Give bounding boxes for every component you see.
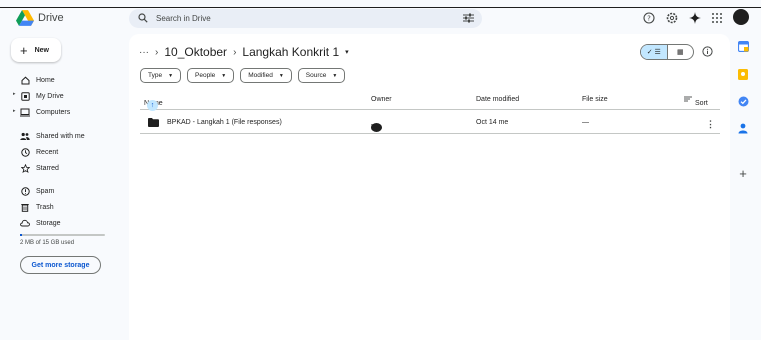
trash-icon xyxy=(20,202,30,212)
filter-source-chip[interactable]: Source ▼ xyxy=(297,68,346,83)
app-brand[interactable]: Drive xyxy=(38,12,64,24)
gemini-icon[interactable] xyxy=(689,12,701,24)
settings-icon[interactable] xyxy=(666,12,678,24)
file-name[interactable]: BPKAD - Langkah 1 (File responses) xyxy=(167,119,282,126)
arrow-up-icon[interactable]: ↑ xyxy=(147,100,158,111)
view-toggle: ✓ ☰ ▦ xyxy=(640,44,694,60)
chevron-down-icon: ▼ xyxy=(278,72,284,79)
sidebar-item-label: Home xyxy=(36,76,55,84)
filter-chips: Type ▼ People ▼ Modified ▼ Source ▼ xyxy=(140,68,346,83)
apps-grid-icon[interactable] xyxy=(711,12,723,24)
sort-icon xyxy=(684,96,692,102)
breadcrumb-separator-icon: › xyxy=(155,46,159,58)
size-cell: — xyxy=(582,119,589,126)
expand-caret-icon[interactable]: ▸ xyxy=(13,108,16,114)
plus-icon: + xyxy=(20,42,28,58)
new-button-label: New xyxy=(34,46,49,54)
home-icon xyxy=(20,75,30,85)
storage-bar xyxy=(20,234,105,236)
contacts-icon[interactable] xyxy=(737,122,749,134)
keep-icon[interactable] xyxy=(737,68,749,80)
sidebar-item-label: Starred xyxy=(36,164,59,172)
sidebar-item-shared[interactable]: Shared with me xyxy=(20,130,85,142)
sort-button[interactable]: Sort xyxy=(684,96,708,107)
computer-icon xyxy=(20,107,30,117)
chip-label: People xyxy=(195,72,216,79)
sidebar-item-storage[interactable]: Storage xyxy=(20,217,61,229)
chevron-down-icon: ▼ xyxy=(332,72,338,79)
folder-dropdown-icon[interactable]: ▾ xyxy=(345,48,349,56)
filter-people-chip[interactable]: People ▼ xyxy=(187,68,235,83)
search-icon[interactable] xyxy=(138,13,148,23)
sidebar-item-label: Spam xyxy=(36,187,55,195)
sort-label: Sort xyxy=(695,100,708,107)
size-column-header[interactable]: File size xyxy=(582,96,608,103)
cloud-icon xyxy=(20,218,30,228)
chip-label: Modified xyxy=(248,72,273,79)
filter-type-chip[interactable]: Type ▼ xyxy=(140,68,182,83)
filter-modified-chip[interactable]: Modified ▼ xyxy=(240,68,292,83)
search-options-icon[interactable] xyxy=(463,13,474,23)
app-header: Drive Search in Drive ? xyxy=(0,8,761,30)
expand-caret-icon[interactable]: ▸ xyxy=(13,91,16,97)
table-row[interactable]: BPKAD - Langkah 1 (File responses) me Oc… xyxy=(140,114,720,134)
storage-usage-text: 2 MB of 15 GB used xyxy=(20,240,75,246)
get-more-storage-button[interactable]: Get more storage xyxy=(20,256,101,274)
main-panel: ··· › 10_Oktober › Langkah Konkrit 1 ▾ ✓… xyxy=(129,34,730,340)
tasks-icon[interactable] xyxy=(737,95,749,107)
sidebar-item-label: Computers xyxy=(36,108,71,116)
breadcrumb-parent-folder[interactable]: 10_Oktober xyxy=(164,45,227,59)
list-view-button[interactable]: ✓ ☰ xyxy=(641,45,668,59)
add-apps-icon[interactable]: + xyxy=(737,166,749,181)
chip-label: Source xyxy=(305,72,327,79)
search-box[interactable]: Search in Drive xyxy=(129,9,482,28)
people-icon xyxy=(20,131,30,141)
storage-bar-fill xyxy=(20,234,23,236)
sidebar-item-spam[interactable]: Spam xyxy=(20,185,54,197)
sidebar-item-starred[interactable]: Starred xyxy=(20,162,59,174)
owner-name: me xyxy=(371,123,381,130)
chip-label: Type xyxy=(148,72,163,79)
search-input[interactable]: Search in Drive xyxy=(156,14,211,23)
sidebar-item-my-drive[interactable]: My Drive xyxy=(20,90,64,102)
sidebar-item-recent[interactable]: Recent xyxy=(20,146,58,158)
folder-icon xyxy=(148,118,159,129)
new-button[interactable]: + New xyxy=(11,38,61,62)
breadcrumb-separator-icon: › xyxy=(233,46,237,58)
sidebar-item-trash[interactable]: Trash xyxy=(20,201,54,213)
info-icon[interactable] xyxy=(702,46,713,57)
owner-column-header: Owner xyxy=(371,96,392,103)
table-header: Name↑ Owner Date modified File size Sort xyxy=(140,92,720,111)
sidebar-item-label: Storage xyxy=(36,219,61,227)
breadcrumb: ··· › 10_Oktober › Langkah Konkrit 1 ▾ xyxy=(139,44,349,60)
spam-icon xyxy=(20,186,30,196)
sidebar-item-label: Shared with me xyxy=(36,132,85,140)
chevron-down-icon: ▼ xyxy=(221,72,227,79)
more-actions-icon[interactable]: ⋮ xyxy=(706,119,715,130)
star-icon xyxy=(20,163,30,173)
breadcrumb-current-folder[interactable]: Langkah Konkrit 1 xyxy=(242,45,339,59)
sidebar-item-computers[interactable]: Computers xyxy=(20,106,70,118)
sidebar-item-home[interactable]: Home xyxy=(20,74,55,86)
breadcrumb-more-button[interactable]: ··· xyxy=(139,47,149,58)
help-icon[interactable]: ? xyxy=(643,12,655,24)
chevron-down-icon: ▼ xyxy=(168,72,174,79)
sidebar-item-label: Trash xyxy=(36,203,54,211)
grid-view-button[interactable]: ▦ xyxy=(668,45,694,59)
sidebar-item-label: Recent xyxy=(36,148,59,156)
modified-column-header[interactable]: Date modified xyxy=(476,96,519,103)
account-avatar[interactable] xyxy=(733,9,749,25)
drive-logo-icon[interactable] xyxy=(16,10,34,26)
clock-icon xyxy=(20,147,30,157)
modified-cell: Oct 14 me xyxy=(476,119,509,126)
svg-text:?: ? xyxy=(647,15,651,23)
sidebar-item-label: My Drive xyxy=(36,92,64,100)
my-drive-icon xyxy=(20,91,30,101)
calendar-icon[interactable] xyxy=(737,40,749,52)
